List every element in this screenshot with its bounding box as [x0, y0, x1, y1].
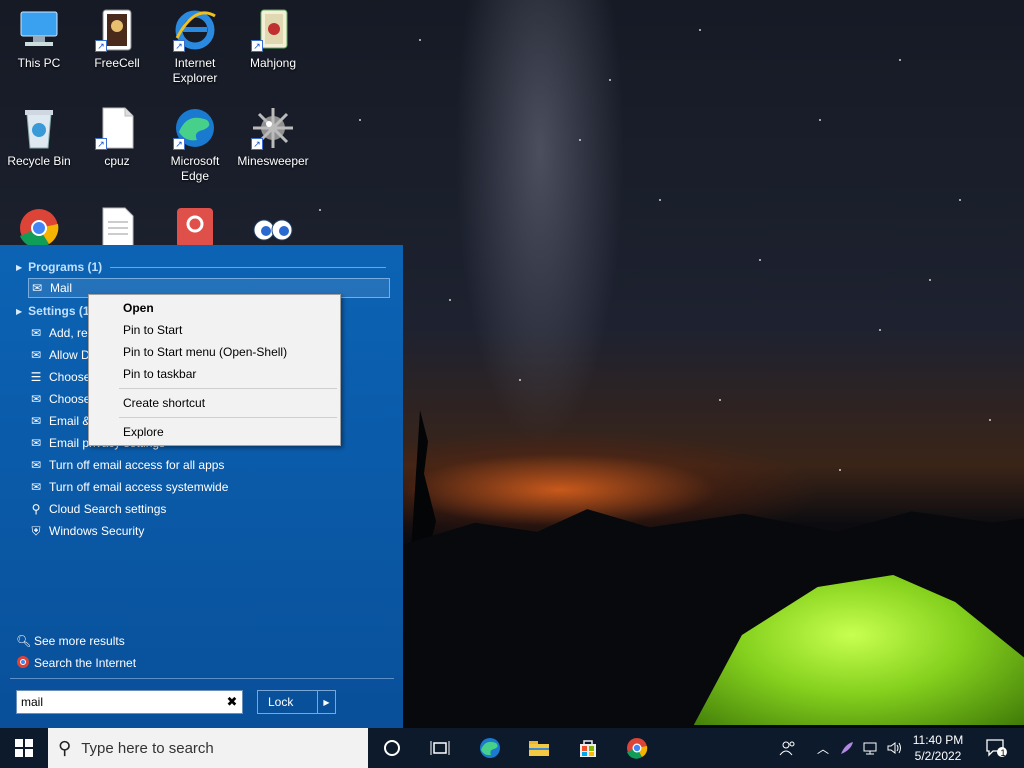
desktop-icon-microsoft-edge[interactable]: ↗ Microsoft Edge	[156, 106, 234, 184]
desktop-icon-label: Mahjong	[249, 56, 297, 70]
cortana-button[interactable]	[372, 728, 412, 768]
context-menu-pin-to-taskbar[interactable]: Pin to taskbar	[123, 364, 196, 384]
taskbar-file-explorer-button[interactable]	[519, 728, 559, 768]
taskbar-search-placeholder: Type here to search	[81, 739, 214, 757]
desktop-icon-this-pc[interactable]: This PC	[0, 8, 78, 71]
store-bag-icon	[580, 740, 596, 757]
taskbar-store-button[interactable]	[568, 728, 608, 768]
eyes-icon	[251, 206, 295, 250]
shortcut-arrow-icon: ↗	[173, 40, 185, 52]
mail-icon: ✉	[30, 348, 42, 362]
notification-count-badge: 1	[1000, 748, 1006, 758]
desktop-icon-label: FreeCell	[94, 56, 140, 70]
mine-icon: ↗	[251, 106, 295, 150]
taskbar-search-box[interactable]: ⚲ Type here to search	[48, 728, 368, 768]
setting-item-turn-off-email-systemwide[interactable]: ✉ Turn off email access systemwide	[28, 477, 390, 497]
recycle-bin-icon	[17, 106, 61, 150]
mail-icon: ✉	[30, 480, 42, 494]
clear-search-icon[interactable]: ✖	[222, 694, 242, 710]
menu-divider	[10, 678, 394, 679]
desktop-icon-label: Internet Explorer	[172, 56, 218, 85]
start-search-input[interactable]	[21, 695, 222, 709]
start-search-box: ✖	[16, 690, 243, 714]
taskbar-chrome-button[interactable]	[617, 728, 657, 768]
list-icon: ☰	[30, 370, 42, 384]
network-icon[interactable]	[860, 728, 882, 768]
mahjong-tile-icon: ↗	[251, 8, 295, 52]
desktop-icon-label: This PC	[17, 56, 61, 70]
desktop-icon-internet-explorer[interactable]: ↗ Internet Explorer	[156, 8, 234, 86]
mail-icon: ✉	[31, 281, 43, 295]
shortcut-arrow-icon: ↗	[95, 138, 107, 150]
desktop-icon-cpuz[interactable]: ↗ cpuz	[78, 106, 156, 169]
programs-group-header[interactable]: ▶ Programs (1)	[16, 259, 386, 275]
search-internet-link[interactable]: Search the Internet	[16, 654, 136, 672]
setting-item-turn-off-email-all-apps[interactable]: ✉ Turn off email access for all apps	[28, 455, 390, 475]
blank-file-icon: ↗	[95, 106, 139, 150]
shortcut-arrow-icon: ↗	[173, 138, 185, 150]
shortcut-arrow-icon: ↗	[251, 138, 263, 150]
pdf-app-icon	[173, 206, 217, 250]
edge-icon	[480, 738, 500, 758]
action-center-button[interactable]: 1	[978, 728, 1014, 768]
volume-icon[interactable]	[883, 728, 905, 768]
desktop-icon-freecell[interactable]: ↗ FreeCell	[78, 8, 156, 71]
context-menu-separator	[119, 417, 337, 418]
taskbar: ⚲ Type here to search ︿ 11:40 PM 5/2/202…	[0, 728, 1024, 768]
chrome-icon	[17, 206, 61, 250]
mail-icon: ✉	[30, 392, 42, 406]
taskbar-clock[interactable]: 11:40 PM 5/2/2022	[906, 732, 970, 764]
mail-icon: ✉	[30, 414, 42, 428]
context-menu-pin-to-start-open-shell[interactable]: Pin to Start menu (Open-Shell)	[123, 342, 287, 362]
lock-button[interactable]: Lock ▶	[257, 690, 336, 714]
desktop-icon-label: cpuz	[104, 154, 130, 168]
shield-icon: ⛨	[31, 523, 41, 538]
mail-icon: ✉	[30, 436, 42, 450]
desktop-icon-label: Minesweeper	[237, 154, 309, 168]
context-menu: Open Pin to Start Pin to Start menu (Ope…	[88, 294, 341, 446]
search-icon: ⚲	[58, 737, 72, 758]
computer-icon	[17, 8, 61, 52]
context-menu-pin-to-start[interactable]: Pin to Start	[123, 320, 182, 340]
desktop-icon-label: Microsoft Edge	[170, 154, 220, 183]
chrome-icon	[16, 655, 30, 671]
search-icon: 🔍︎	[16, 634, 32, 648]
setting-item-cloud-search[interactable]: ⚲ Cloud Search settings	[28, 499, 390, 519]
text-file-icon	[95, 206, 139, 250]
context-menu-separator	[119, 388, 337, 389]
task-view-button[interactable]	[420, 728, 460, 768]
shortcut-arrow-icon: ↗	[95, 40, 107, 52]
people-icon[interactable]	[776, 728, 800, 768]
folder-icon	[529, 741, 549, 756]
setting-item-windows-security[interactable]: ⛨ Windows Security	[28, 521, 390, 541]
internet-explorer-icon: ↗	[173, 8, 217, 52]
see-more-results-link[interactable]: 🔍︎ See more results	[16, 632, 125, 650]
clock-date: 5/2/2022	[914, 749, 962, 763]
search-settings-icon: ⚲	[31, 502, 41, 516]
show-hidden-icons-chevron-up-icon[interactable]: ︿	[812, 728, 834, 768]
mail-icon: ✉	[30, 326, 42, 340]
context-menu-create-shortcut[interactable]: Create shortcut	[123, 393, 205, 413]
context-menu-explore[interactable]: Explore	[123, 422, 164, 442]
chrome-icon	[627, 738, 648, 759]
feather-pen-icon[interactable]	[836, 728, 858, 768]
desktop-icon-mahjong[interactable]: ↗ Mahjong	[234, 8, 312, 71]
context-menu-open[interactable]: Open	[123, 298, 154, 318]
clock-time: 11:40 PM	[912, 733, 964, 747]
windows-logo-icon	[15, 739, 33, 757]
task-view-icon	[430, 741, 450, 755]
chevron-right-icon[interactable]: ▶	[317, 691, 335, 713]
cortana-circle-icon	[384, 740, 400, 756]
desktop-icon-minesweeper[interactable]: ↗ Minesweeper	[234, 106, 312, 169]
start-button[interactable]	[0, 728, 48, 768]
taskbar-edge-button[interactable]	[470, 728, 510, 768]
shortcut-arrow-icon: ↗	[251, 40, 263, 52]
desktop-icon-label: Recycle Bin	[7, 154, 71, 168]
expand-triangle-icon: ▶	[16, 306, 23, 316]
playing-card-icon: ↗	[95, 8, 139, 52]
edge-icon: ↗	[173, 106, 217, 150]
mail-icon: ✉	[30, 458, 42, 472]
expand-triangle-icon: ▶	[16, 262, 23, 272]
desktop-icon-recycle-bin[interactable]: Recycle Bin	[0, 106, 78, 169]
